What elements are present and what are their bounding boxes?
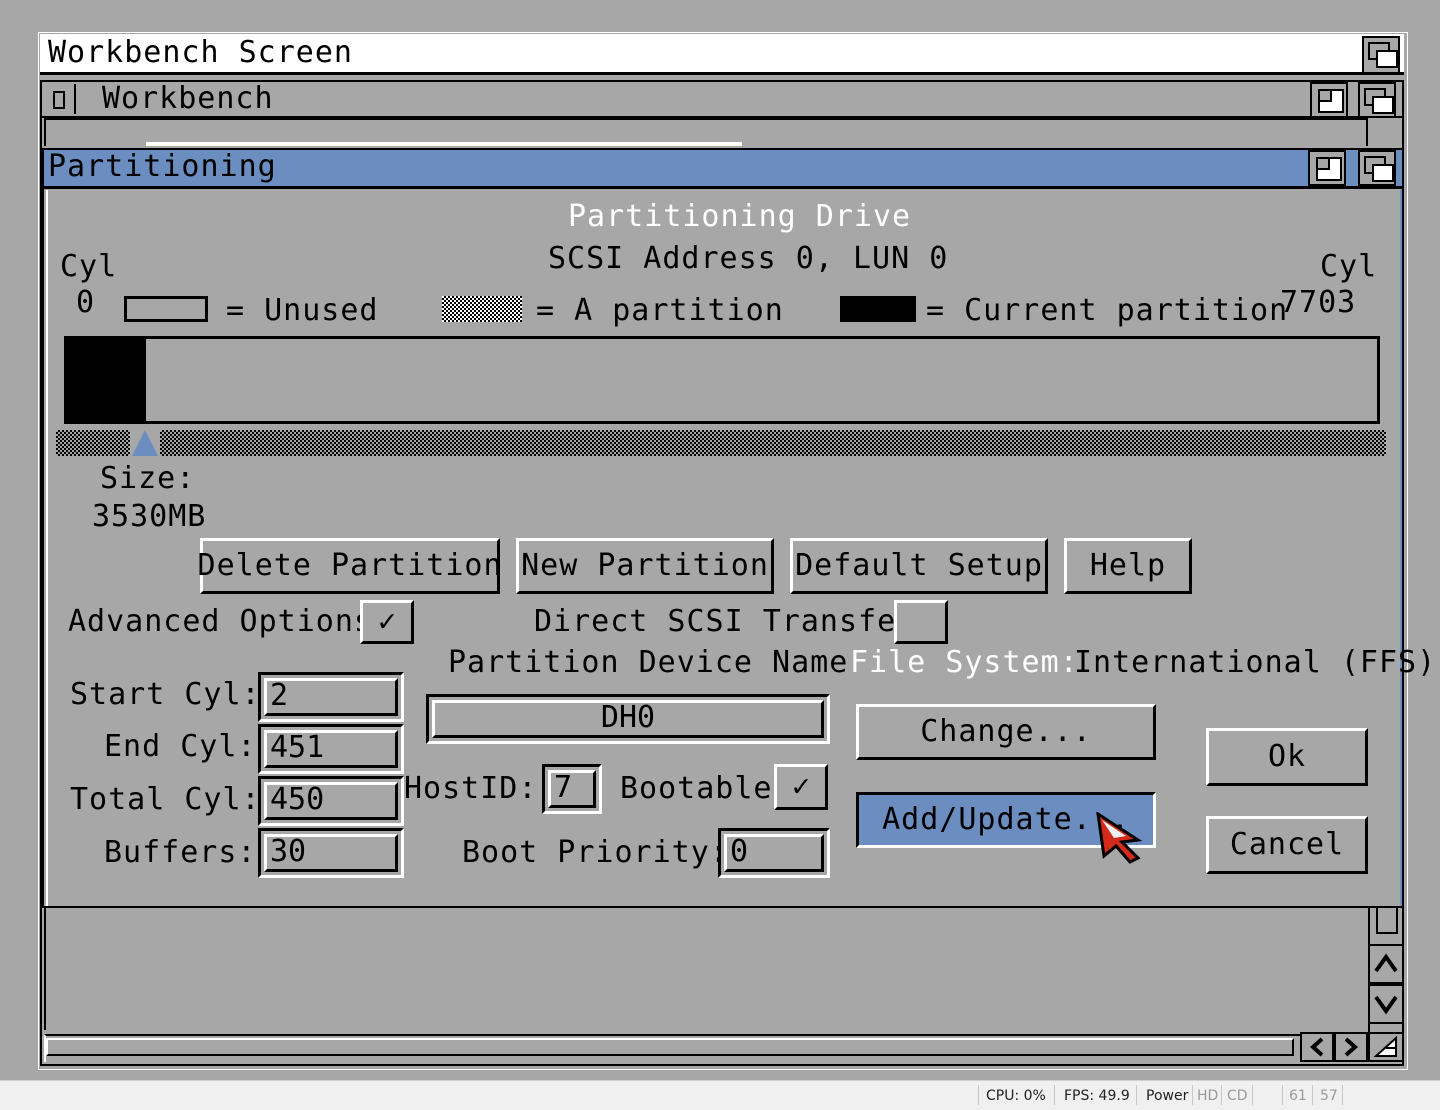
partition-map[interactable] — [64, 336, 1380, 424]
size-label: Size: — [100, 461, 196, 496]
workbench-content-area — [44, 908, 1370, 1030]
advanced-options-checkbox[interactable]: ✓ — [360, 600, 414, 644]
direct-scsi-checkbox[interactable] — [894, 600, 948, 644]
total-cyl-value[interactable]: 450 — [264, 782, 398, 820]
screen-depth-icon[interactable] — [1362, 36, 1400, 74]
legend-current-label: = Current partition — [926, 293, 1289, 328]
device-name-label: Partition Device Name — [448, 645, 849, 680]
partitioning-title: Partitioning — [48, 149, 277, 184]
current-partition-block[interactable] — [67, 339, 146, 421]
scsi-address: SCSI Address 0, LUN 0 — [548, 241, 949, 276]
scroll-right-icon[interactable] — [1334, 1032, 1368, 1062]
vertical-scroll-knob[interactable] — [1376, 908, 1398, 934]
workbench-inner-highlight — [146, 142, 742, 146]
buffers-label: Buffers: — [104, 835, 257, 870]
size-value: 3530MB — [92, 499, 207, 534]
bootable-checkmark: ✓ — [791, 769, 811, 804]
ok-button[interactable]: Ok — [1206, 728, 1368, 786]
cyl-left-value: 0 — [76, 285, 96, 320]
host-id-label: HostID: — [404, 771, 538, 806]
slider-arrow-icon — [132, 430, 158, 456]
total-cyl-field[interactable]: 450 — [258, 776, 404, 826]
scroll-down-icon[interactable] — [1368, 984, 1404, 1024]
boot-priority-field[interactable]: 0 — [718, 828, 830, 878]
fps-indicator: FPS: 49.9 — [1064, 1088, 1130, 1104]
host-id-field[interactable]: 7 — [542, 764, 602, 814]
hd-indicator: HD — [1197, 1088, 1219, 1104]
device-name-value[interactable]: DH0 — [432, 700, 824, 738]
legend-unused-swatch — [124, 296, 208, 322]
partitioning-depth-icon[interactable] — [1358, 150, 1396, 186]
scroll-up-icon[interactable] — [1368, 944, 1404, 984]
buffers-value[interactable]: 30 — [264, 834, 398, 872]
end-cyl-value[interactable]: 451 — [264, 730, 398, 768]
file-system-label: File System: — [850, 645, 1079, 680]
total-cyl-label: Total Cyl: — [70, 782, 261, 817]
device-name-field[interactable]: DH0 — [426, 694, 830, 744]
default-setup-button[interactable]: Default Setup — [790, 538, 1048, 594]
workbench-title: Workbench — [102, 81, 274, 116]
cyl-right-label: Cyl — [1320, 249, 1378, 284]
host-id-value[interactable]: 7 — [548, 770, 596, 808]
boot-priority-label: Boot Priority: — [462, 835, 729, 870]
start-cyl-field[interactable]: 2 — [258, 672, 404, 722]
file-system-value: International (FFS) — [1074, 645, 1437, 680]
close-gadget[interactable] — [44, 84, 76, 114]
delete-partition-button[interactable]: Delete Partition — [198, 538, 502, 594]
boot-priority-value[interactable]: 0 — [724, 834, 824, 872]
start-cyl-value[interactable]: 2 — [264, 678, 398, 716]
partition-slider-track[interactable] — [56, 430, 1386, 456]
scroll-left-icon[interactable] — [1300, 1032, 1334, 1062]
new-partition-button[interactable]: New Partition — [516, 538, 774, 594]
legend-partition-swatch — [442, 296, 522, 322]
direct-scsi-label: Direct SCSI Transfer — [534, 604, 916, 639]
start-cyl-label: Start Cyl: — [70, 677, 261, 712]
power-indicator: Power — [1146, 1088, 1189, 1104]
zoom-icon[interactable] — [1310, 82, 1348, 118]
cyl-left-label: Cyl — [60, 249, 118, 284]
partitioning-title-bar[interactable]: Partitioning — [44, 150, 1402, 189]
depth-icon[interactable] — [1358, 82, 1396, 118]
drive-track-1: 61 — [1289, 1088, 1307, 1104]
mouse-pointer-icon — [1096, 812, 1143, 864]
heading: Partitioning Drive — [568, 199, 912, 234]
horizontal-scroll-knob[interactable] — [46, 1038, 1294, 1056]
bootable-label: Bootable — [620, 771, 773, 806]
cpu-indicator: CPU: 0% — [986, 1088, 1046, 1104]
legend-unused-label: = Unused — [226, 293, 379, 328]
screen-title-bar[interactable]: Workbench Screen — [40, 34, 1404, 75]
drive-track-2: 57 — [1320, 1088, 1338, 1104]
end-cyl-label: End Cyl: — [104, 729, 257, 764]
end-cyl-field[interactable]: 451 — [258, 724, 404, 774]
advanced-options-checkmark: ✓ — [377, 604, 397, 639]
resize-icon[interactable] — [1368, 1032, 1404, 1062]
help-button[interactable]: Help — [1064, 538, 1192, 594]
bootable-checkbox[interactable]: ✓ — [774, 764, 828, 810]
cyl-right-value: 7703 — [1280, 285, 1357, 320]
legend-partition-label: = A partition — [536, 293, 784, 328]
buffers-field[interactable]: 30 — [258, 828, 404, 878]
cd-indicator: CD — [1227, 1088, 1248, 1104]
close-icon — [53, 91, 65, 109]
advanced-options-label: Advanced Options — [68, 604, 373, 639]
legend-current-swatch — [840, 296, 916, 322]
partitioning-zoom-icon[interactable] — [1308, 150, 1346, 186]
cancel-button[interactable]: Cancel — [1206, 816, 1368, 874]
partition-slider-knob[interactable] — [130, 428, 160, 458]
screen-title: Workbench Screen — [48, 35, 353, 70]
change-button[interactable]: Change... — [856, 704, 1156, 760]
emulator-status-bar: CPU: 0% FPS: 49.9 Power HD CD 61 57 — [0, 1080, 1440, 1110]
